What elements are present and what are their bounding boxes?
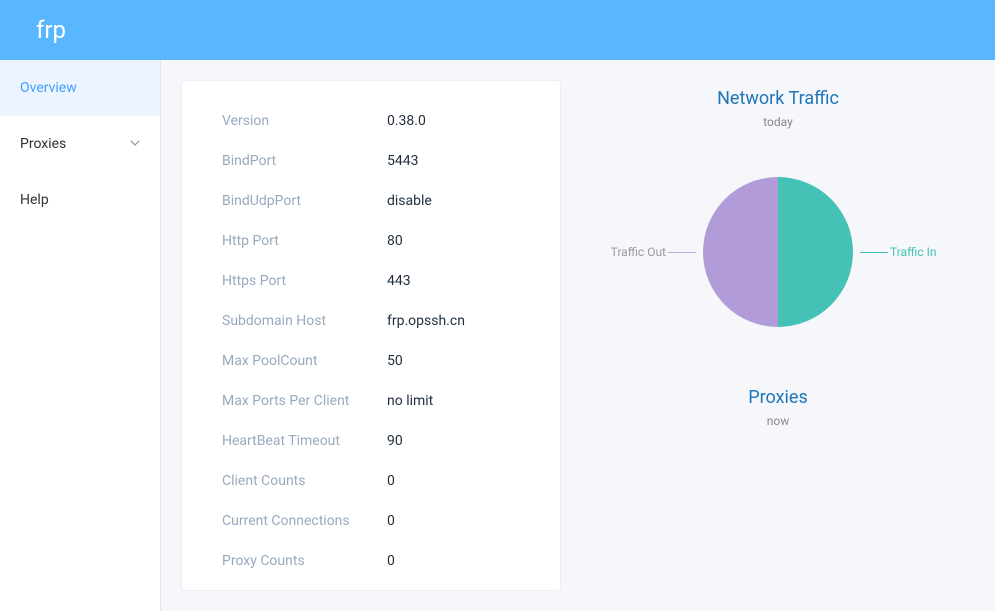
- info-label: Proxy Counts: [222, 553, 387, 569]
- info-row: Max Ports Per Clientno limit: [222, 381, 540, 421]
- info-label: BindPort: [222, 153, 387, 169]
- info-value: 0: [387, 553, 395, 569]
- info-row: Http Port80: [222, 221, 540, 261]
- info-value: 80: [387, 233, 403, 249]
- charts-panel: Network Traffic today Traffic Out Traffi…: [581, 80, 975, 591]
- info-value: 50: [387, 353, 403, 369]
- pie-leader-line: [860, 252, 888, 253]
- info-value: 443: [387, 273, 411, 289]
- info-row: BindPort5443: [222, 141, 540, 181]
- info-value: frp.opssh.cn: [387, 313, 465, 329]
- info-row: Https Port443: [222, 261, 540, 301]
- network-traffic-chart: Network Traffic today Traffic Out Traffi…: [608, 88, 948, 387]
- info-value: 90: [387, 433, 403, 449]
- info-label: Subdomain Host: [222, 313, 387, 329]
- info-row: Max PoolCount50: [222, 341, 540, 381]
- sidebar-item-label: Overview: [20, 80, 77, 96]
- info-value: no limit: [387, 393, 433, 409]
- info-label: Version: [222, 113, 387, 129]
- pie-chart-icon: [703, 177, 853, 327]
- pie-label-traffic-in: Traffic In: [858, 245, 936, 259]
- info-value: 5443: [387, 153, 418, 169]
- pie-label-traffic-out: Traffic Out: [611, 245, 698, 259]
- sidebar-item-proxies[interactable]: Proxies: [0, 116, 160, 172]
- info-row: Subdomain Hostfrp.opssh.cn: [222, 301, 540, 341]
- info-value: disable: [387, 193, 432, 209]
- info-row: HeartBeat Timeout90: [222, 421, 540, 461]
- sidebar: Overview Proxies Help: [0, 60, 161, 611]
- app-header: frp: [0, 0, 995, 60]
- info-label: Current Connections: [222, 513, 387, 529]
- main-layout: Overview Proxies Help Version0.38.0 Bind…: [0, 60, 995, 611]
- chart-title: Network Traffic: [717, 88, 839, 109]
- info-row: Client Counts0: [222, 461, 540, 501]
- info-label: Max Ports Per Client: [222, 393, 387, 409]
- chart-title: Proxies: [748, 387, 808, 408]
- sidebar-item-help[interactable]: Help: [0, 172, 160, 228]
- chevron-down-icon: [130, 137, 140, 151]
- info-label: Https Port: [222, 273, 387, 289]
- info-label: Max PoolCount: [222, 353, 387, 369]
- info-row: Version0.38.0: [222, 101, 540, 141]
- pie-leader-line: [668, 252, 696, 253]
- pie-label-text: Traffic In: [890, 245, 936, 259]
- info-row: BindUdpPortdisable: [222, 181, 540, 221]
- proxies-chart: Proxies now: [748, 387, 808, 428]
- info-row: Current Connections0: [222, 501, 540, 541]
- chart-subtitle: now: [767, 414, 790, 428]
- pie-chart-wrap: Traffic Out Traffic In: [608, 147, 948, 357]
- info-label: Http Port: [222, 233, 387, 249]
- pie-label-text: Traffic Out: [611, 245, 666, 259]
- overview-info-card: Version0.38.0 BindPort5443 BindUdpPortdi…: [181, 80, 561, 591]
- info-value: 0: [387, 473, 395, 489]
- info-row: Proxy Counts0: [222, 541, 540, 581]
- info-label: BindUdpPort: [222, 193, 387, 209]
- chart-subtitle: today: [763, 115, 793, 129]
- info-value: 0.38.0: [387, 113, 426, 129]
- info-label: Client Counts: [222, 473, 387, 489]
- info-value: 0: [387, 513, 395, 529]
- sidebar-item-label: Help: [20, 192, 49, 208]
- app-title: frp: [36, 16, 66, 44]
- content-area: Version0.38.0 BindPort5443 BindUdpPortdi…: [161, 60, 995, 611]
- sidebar-item-label: Proxies: [20, 136, 66, 152]
- info-label: HeartBeat Timeout: [222, 433, 387, 449]
- sidebar-item-overview[interactable]: Overview: [0, 60, 160, 116]
